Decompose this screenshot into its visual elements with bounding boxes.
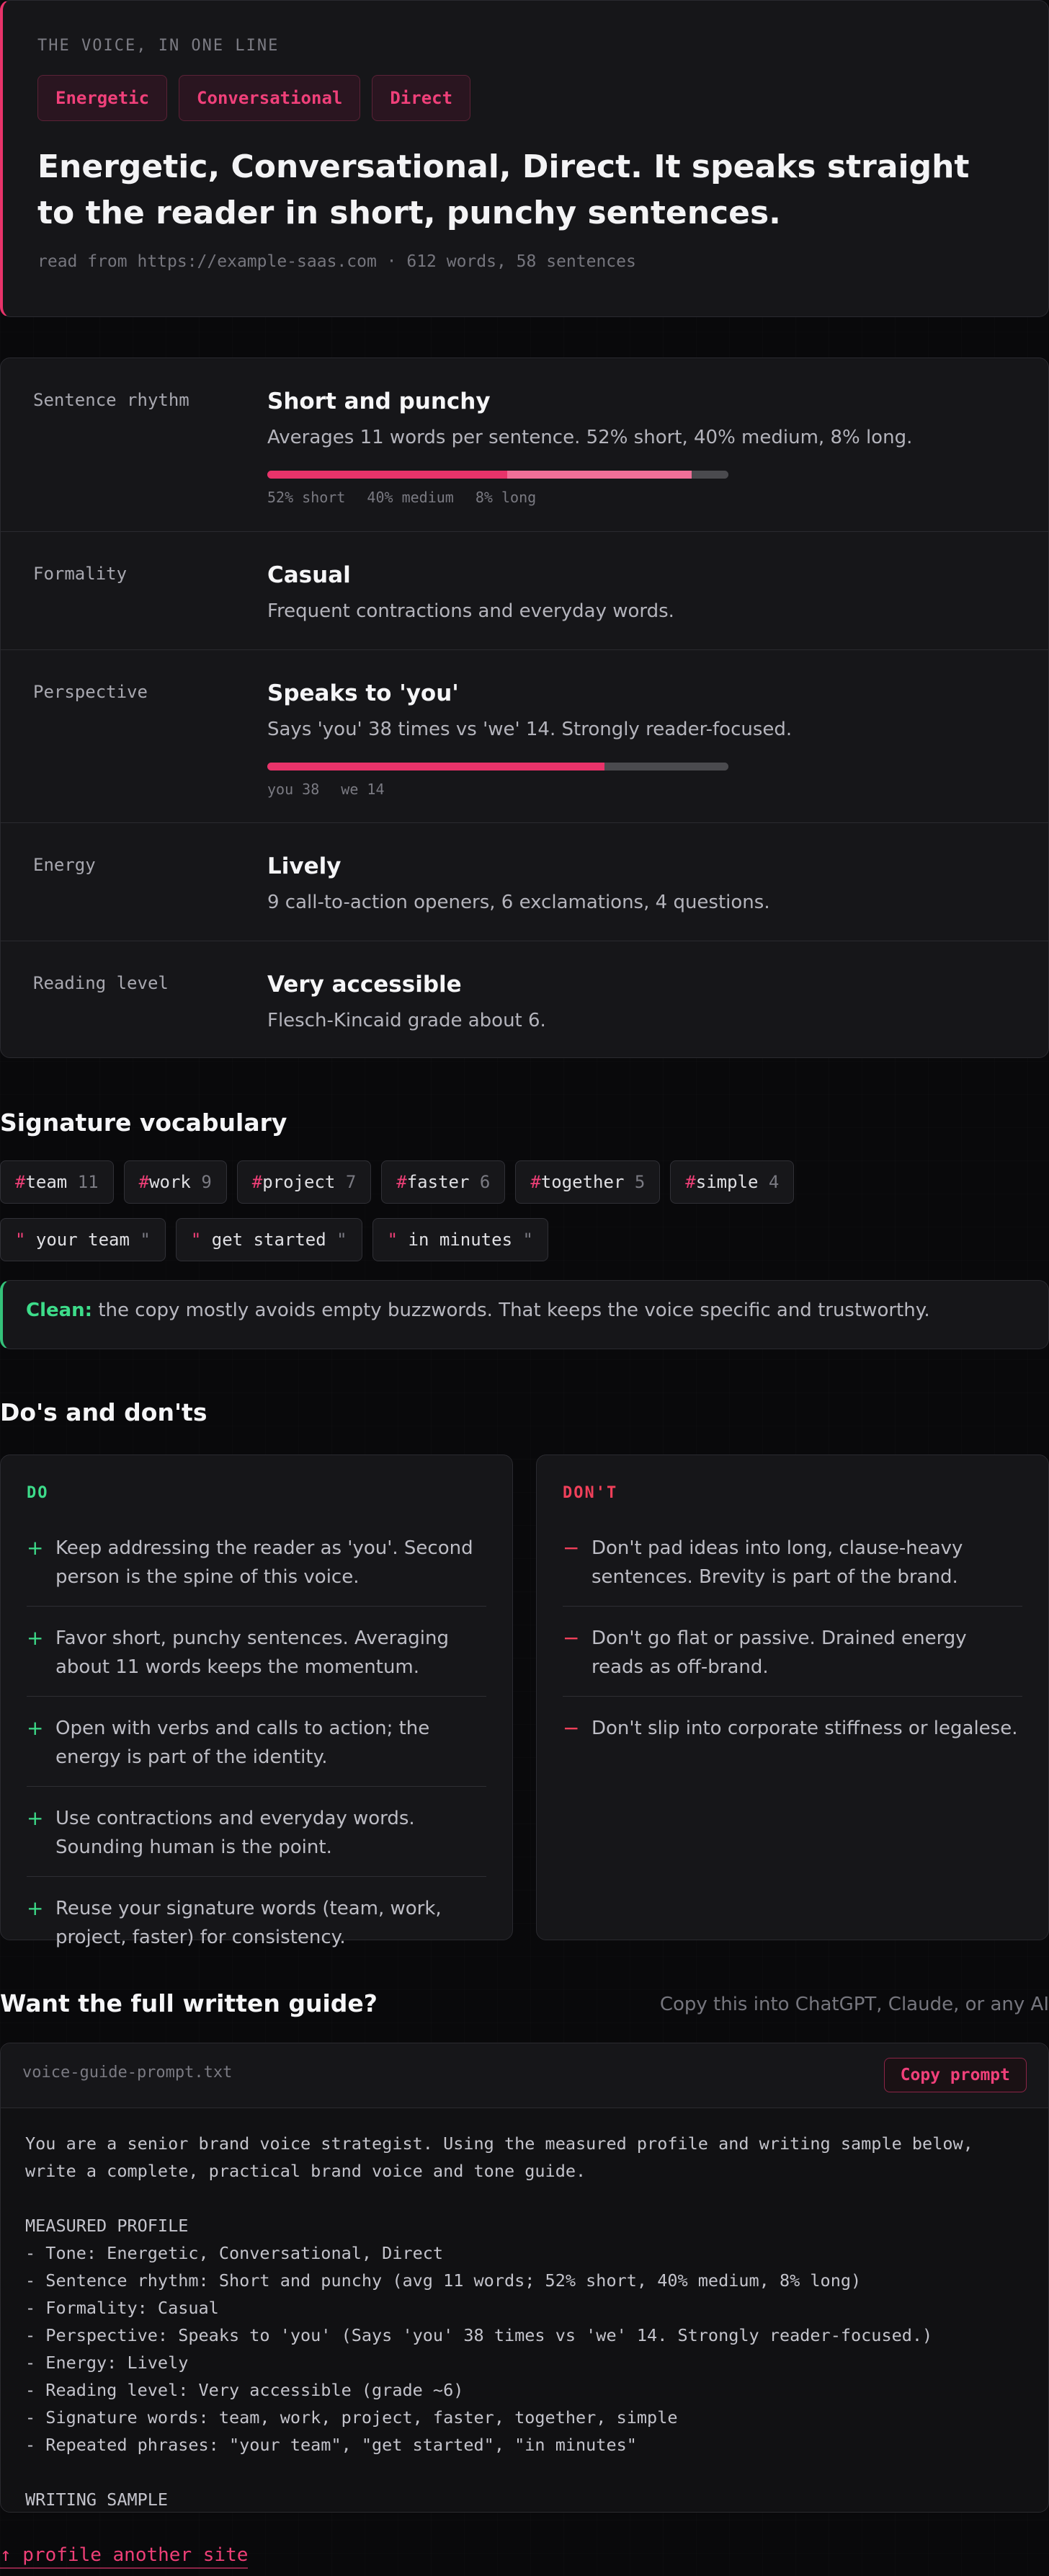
- word-chip: #team 11: [0, 1160, 114, 1204]
- metric-text: Averages 11 words per sentence. 52% shor…: [267, 427, 913, 448]
- phrase-chip: " get started ": [175, 1218, 362, 1261]
- dont-heading: DON'T: [563, 1484, 618, 1502]
- metric-label: Sentence rhythm: [33, 390, 189, 410]
- minus-icon: −: [563, 1716, 580, 1740]
- plus-icon: +: [27, 1806, 44, 1830]
- metric-title: Casual: [267, 562, 351, 588]
- phrase-chip: " in minutes ": [372, 1218, 548, 1261]
- metric-label: Formality: [33, 564, 128, 584]
- dont-item: − Don't pad ideas into long, clause-heavy…: [563, 1532, 1022, 1607]
- word-chip: #together 5: [515, 1160, 661, 1204]
- dont-item: − Don't slip into corporate stiffness or …: [563, 1713, 1022, 1757]
- tone-tags: Energetic Conversational Direct: [37, 75, 1014, 121]
- legend-short: 52% short: [267, 489, 346, 506]
- metric-text: Flesch-Kincaid grade about 6.: [267, 1010, 546, 1031]
- tone-tag: Energetic: [37, 75, 168, 121]
- prompt-title: Want the full written guide?: [0, 1989, 378, 2017]
- voice-metrics-card: Sentence rhythm Short and punchy Average…: [0, 357, 1049, 1058]
- profile-another-site-link[interactable]: ↑ profile another site: [0, 2544, 249, 2569]
- metric-row-formality: Formality Casual Frequent contractions a…: [1, 532, 1048, 650]
- legend-long: 8% long: [475, 489, 537, 506]
- rhythm-medium-segment: [506, 471, 692, 479]
- minus-icon: −: [563, 1626, 580, 1650]
- perspective-you-segment: [267, 763, 604, 770]
- dont-item: − Don't go flat or passive. Drained energ…: [563, 1622, 1022, 1697]
- word-chip: #faster 6: [381, 1160, 506, 1204]
- clean-text: the copy mostly avoids empty buzzwords. …: [98, 1300, 930, 1321]
- perspective-bar: [267, 763, 728, 770]
- perspective-we-segment: [604, 763, 728, 770]
- do-item: + Favor short, punchy sentences. Averagin…: [27, 1622, 486, 1697]
- metric-text: Says 'you' 38 times vs 'we' 14. Strongly…: [267, 719, 793, 740]
- legend-you: you 38: [267, 781, 320, 798]
- metric-title: Lively: [267, 853, 342, 879]
- metric-row-energy: Energy Lively 9 call-to-action openers, …: [1, 823, 1048, 941]
- do-list: + Keep addressing the reader as 'you'. Se…: [27, 1532, 486, 1966]
- prompt-toolbar: voice-guide-prompt.txt Copy prompt: [1, 2043, 1048, 2108]
- metric-title: Very accessible: [267, 972, 462, 998]
- prompt-box: voice-guide-prompt.txt Copy prompt You a…: [0, 2043, 1049, 2513]
- voice-summary-card: THE VOICE, IN ONE LINE Energetic Convers…: [0, 0, 1049, 317]
- do-item: + Open with verbs and calls to action; th…: [27, 1713, 486, 1787]
- tone-tag: Conversational: [179, 75, 361, 121]
- tone-tag: Direct: [372, 75, 471, 121]
- rhythm-legend: 52% short 40% medium 8% long: [267, 489, 1016, 506]
- do-card: DO + Keep addressing the reader as 'you'.…: [0, 1454, 513, 1948]
- voice-headline: Energetic, Conversational, Direct. It sp…: [37, 148, 970, 231]
- prompt-text[interactable]: You are a senior brand voice strategist.…: [1, 2108, 1048, 2512]
- do-heading: DO: [27, 1484, 49, 1502]
- rhythm-bar: [267, 471, 728, 479]
- vocab-title: Signature vocabulary: [0, 1109, 287, 1137]
- phrase-chips: " your team " " get started " " in minut…: [0, 1218, 548, 1261]
- perspective-legend: you 38 we 14: [267, 781, 1016, 798]
- plus-icon: +: [27, 1626, 44, 1650]
- plus-icon: +: [27, 1896, 44, 1920]
- do-item: + Keep addressing the reader as 'you'. Se…: [27, 1532, 486, 1607]
- plus-icon: +: [27, 1536, 44, 1560]
- metric-label: Reading level: [33, 973, 169, 993]
- minus-icon: −: [563, 1536, 580, 1560]
- copy-prompt-button[interactable]: Copy prompt: [883, 2058, 1027, 2092]
- word-chips: #team 11 #work 9 #project 7 #faster 6 #t…: [0, 1160, 795, 1204]
- source-meta: read from https://example-saas.com · 612…: [37, 252, 636, 271]
- dodont-title: Do's and don'ts: [0, 1398, 207, 1426]
- dont-list: − Don't pad ideas into long, clause-heavy…: [563, 1532, 1022, 1757]
- word-chip: #work 9: [123, 1160, 227, 1204]
- dont-card: DON'T − Don't pad ideas into long, clause…: [536, 1454, 1049, 1940]
- metric-title: Speaks to 'you': [267, 680, 459, 706]
- rhythm-long-segment: [691, 471, 728, 479]
- buzzword-check: Clean: the copy mostly avoids empty buzz…: [0, 1280, 1049, 1349]
- do-item: + Reuse your signature words (team, work,…: [27, 1893, 486, 1966]
- clean-label: Clean:: [26, 1300, 93, 1321]
- metric-text: Frequent contractions and everyday words…: [267, 600, 674, 622]
- do-item: + Use contractions and everyday words. So…: [27, 1803, 486, 1877]
- metric-label: Perspective: [33, 682, 148, 702]
- phrase-chip: " your team ": [0, 1218, 166, 1261]
- prompt-subtitle: Copy this into ChatGPT, Claude, or any A…: [659, 1994, 1049, 2015]
- metric-text: 9 call-to-action openers, 6 exclamations…: [267, 892, 770, 913]
- metric-row-perspective: Perspective Speaks to 'you' Says 'you' 3…: [1, 650, 1048, 823]
- metric-row-reading: Reading level Very accessible Flesch-Kin…: [1, 941, 1048, 1057]
- legend-medium: 40% medium: [367, 489, 454, 506]
- metric-label: Energy: [33, 855, 96, 875]
- plus-icon: +: [27, 1716, 44, 1740]
- voice-eyebrow: THE VOICE, IN ONE LINE: [37, 37, 280, 55]
- rhythm-short-segment: [267, 471, 507, 479]
- metric-row-rhythm: Sentence rhythm Short and punchy Average…: [1, 358, 1048, 532]
- legend-we: we 14: [341, 781, 385, 798]
- metric-title: Short and punchy: [267, 388, 491, 414]
- prompt-filename: voice-guide-prompt.txt: [22, 2064, 233, 2082]
- word-chip: #simple 4: [670, 1160, 795, 1204]
- word-chip: #project 7: [236, 1160, 372, 1204]
